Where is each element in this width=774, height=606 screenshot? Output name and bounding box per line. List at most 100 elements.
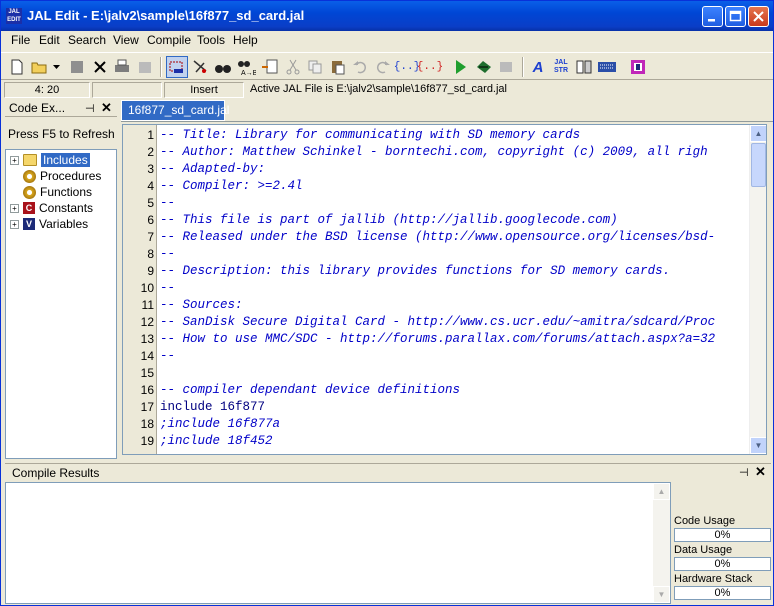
- code-line[interactable]: 2 -- Author: Matthew Schinkel - borntechi…: [123, 145, 743, 162]
- line-number: 3: [147, 162, 154, 176]
- code-line[interactable]: 19 ;include 18f452: [123, 434, 743, 451]
- line-number: 18: [140, 417, 154, 431]
- code-line[interactable]: 17 include 16f877: [123, 400, 743, 417]
- code-text: ;include 16f877a: [160, 417, 281, 431]
- code-explorer-tree: + Includes Procedures Functions + C Cons…: [5, 149, 117, 459]
- tab-16f877-sd-card[interactable]: 16f877_sd_card.jal: [121, 100, 229, 121]
- print-icon[interactable]: [111, 56, 133, 78]
- code-line[interactable]: 9 -- Description: this library provides f…: [123, 264, 743, 281]
- code-text: -- Sources:: [160, 298, 243, 312]
- chip-icon[interactable]: [627, 56, 649, 78]
- find-icon[interactable]: [190, 56, 212, 78]
- menu-edit[interactable]: Edit: [39, 33, 60, 47]
- usage-panel: Code Usage 0% Data Usage 0% Hardware Sta…: [673, 482, 773, 604]
- replace-icon[interactable]: A→B: [235, 56, 257, 78]
- code-line[interactable]: 10 --: [123, 281, 743, 298]
- build-icon[interactable]: [496, 56, 518, 78]
- split-view-icon[interactable]: [573, 56, 595, 78]
- open-file-icon[interactable]: [29, 56, 51, 78]
- results-vertical-scrollbar[interactable]: ▲ ▼: [653, 483, 670, 603]
- scroll-down-icon[interactable]: ▼: [653, 586, 670, 603]
- code-text: -- Title: Library for communicating with…: [160, 128, 581, 142]
- menu-compile[interactable]: Compile: [147, 33, 191, 47]
- goto-icon[interactable]: [259, 56, 281, 78]
- edit-mode: Insert: [164, 82, 244, 98]
- code-line[interactable]: 18 ;include 16f877a: [123, 417, 743, 434]
- pin-icon[interactable]: ⊣: [85, 102, 95, 115]
- close-panel-icon[interactable]: ✕: [101, 100, 112, 116]
- scroll-up-icon[interactable]: ▲: [653, 483, 670, 500]
- close-panel-icon[interactable]: ✕: [755, 464, 766, 480]
- variable-icon: V: [23, 218, 35, 230]
- code-text: -- Author: Matthew Schinkel - borntechi.…: [160, 145, 708, 159]
- tree-item-functions[interactable]: Functions: [23, 184, 92, 200]
- print-preview-icon[interactable]: [134, 56, 156, 78]
- code-line[interactable]: 4 -- Compiler: >=2.4l: [123, 179, 743, 196]
- compile-results-header: Compile Results ⊣ ✕: [5, 463, 771, 481]
- menu-tools[interactable]: Tools: [197, 33, 225, 47]
- close-button[interactable]: [748, 6, 769, 27]
- block-comment-icon[interactable]: {..}: [394, 56, 420, 78]
- code-line[interactable]: 8 --: [123, 247, 743, 264]
- tree-item-variables[interactable]: + V Variables: [10, 216, 88, 232]
- redo-icon[interactable]: [372, 56, 394, 78]
- maximize-icon: [729, 10, 742, 22]
- undo-icon[interactable]: [349, 56, 371, 78]
- scroll-thumb[interactable]: [751, 143, 766, 187]
- expand-icon[interactable]: +: [10, 219, 19, 229]
- tree-item-includes[interactable]: + Includes: [10, 152, 90, 168]
- tree-item-procedures[interactable]: Procedures: [23, 168, 101, 184]
- close-icon: [753, 11, 764, 22]
- paste-icon[interactable]: [327, 56, 349, 78]
- compile-icon[interactable]: [450, 56, 472, 78]
- code-line[interactable]: 6 -- This file is part of jallib (http://…: [123, 213, 743, 230]
- keyboard-icon[interactable]: [596, 56, 618, 78]
- code-text: --: [160, 349, 176, 363]
- gear-icon: [23, 185, 36, 199]
- title-bar[interactable]: JAL EDIT JAL Edit - E:\jalv2\sample\16f8…: [1, 1, 773, 31]
- editor-vertical-scrollbar[interactable]: ▲ ▼: [749, 125, 766, 454]
- code-text: ;include 18f452: [160, 434, 273, 448]
- minimize-icon: [708, 19, 715, 22]
- new-file-icon[interactable]: [6, 56, 28, 78]
- cut-icon[interactable]: [282, 56, 304, 78]
- code-line[interactable]: 5 --: [123, 196, 743, 213]
- open-dropdown-icon[interactable]: [51, 56, 63, 78]
- code-line[interactable]: 3 -- Adapted-by:: [123, 162, 743, 179]
- jal-font-icon[interactable]: A: [527, 56, 549, 78]
- binoculars-icon[interactable]: [212, 56, 234, 78]
- code-line[interactable]: 1 -- Title: Library for communicating wit…: [123, 128, 743, 145]
- code-editor[interactable]: 1 -- Title: Library for communicating wit…: [122, 124, 767, 455]
- expand-icon[interactable]: +: [10, 203, 19, 213]
- menu-file[interactable]: File: [11, 33, 30, 47]
- tree-item-constants[interactable]: + C Constants: [10, 200, 93, 216]
- code-line[interactable]: 16 -- compiler dependant device definitio…: [123, 383, 743, 400]
- scroll-down-icon[interactable]: ▼: [750, 437, 766, 454]
- code-line[interactable]: 13 -- How to use MMC/SDC - http://forums.…: [123, 332, 743, 349]
- pin-icon[interactable]: ⊣: [739, 466, 749, 479]
- code-usage-value: 0%: [674, 528, 771, 542]
- close-file-icon[interactable]: [89, 56, 111, 78]
- maximize-button[interactable]: [725, 6, 746, 27]
- program-icon[interactable]: [473, 56, 495, 78]
- code-line[interactable]: 11 -- Sources:: [123, 298, 743, 315]
- code-line[interactable]: 14 --: [123, 349, 743, 366]
- line-number: 13: [140, 332, 154, 346]
- code-text: -- This file is part of jallib (http://j…: [160, 213, 618, 227]
- jal-str-icon[interactable]: JAL STR: [550, 56, 572, 78]
- menu-view[interactable]: View: [113, 33, 139, 47]
- scroll-up-icon[interactable]: ▲: [750, 125, 766, 142]
- menu-help[interactable]: Help: [233, 33, 258, 47]
- menu-search[interactable]: Search: [68, 33, 106, 47]
- show-hide-icon[interactable]: [166, 56, 188, 78]
- compile-results-title: Compile Results: [12, 466, 100, 480]
- save-icon[interactable]: [66, 56, 88, 78]
- compile-results-list[interactable]: ▲ ▼: [5, 482, 671, 604]
- minimize-button[interactable]: [702, 6, 723, 27]
- expand-icon[interactable]: +: [10, 155, 19, 165]
- code-line[interactable]: 12 -- SanDisk Secure Digital Card - http:…: [123, 315, 743, 332]
- code-line[interactable]: 7 -- Released under the BSD license (http…: [123, 230, 743, 247]
- copy-icon[interactable]: [304, 56, 326, 78]
- block-uncomment-icon[interactable]: {..}: [417, 56, 443, 78]
- code-line[interactable]: 15: [123, 366, 743, 383]
